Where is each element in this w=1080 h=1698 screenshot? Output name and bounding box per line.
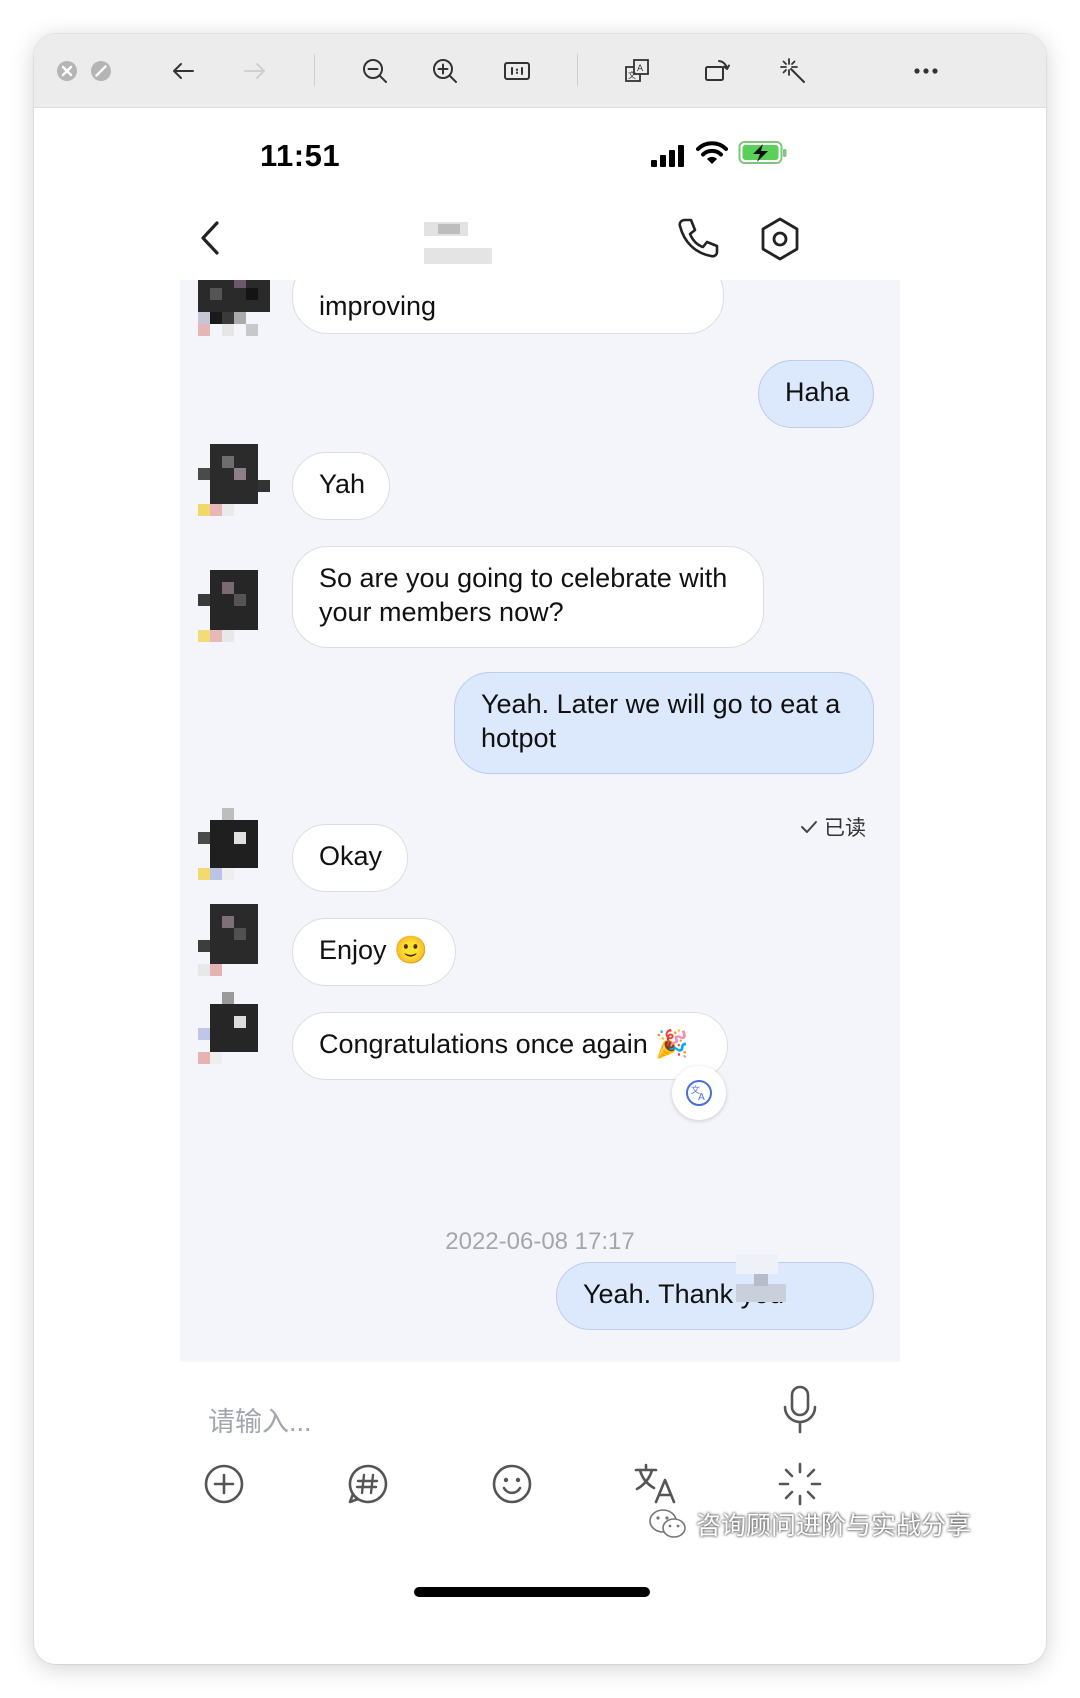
read-receipt-label: 已读: [824, 817, 866, 840]
wifi-icon: [696, 141, 728, 164]
actual-size-icon[interactable]: [500, 34, 534, 107]
minimize-icon[interactable]: [88, 34, 114, 107]
avatar[interactable]: [198, 280, 270, 348]
message-text: Okay: [319, 841, 383, 871]
phone-screen: 11:51 improving Haha Yah So are you goin…: [34, 108, 1046, 1664]
signal-icon: [651, 145, 684, 167]
home-indicator: [414, 1587, 650, 1597]
message-text: So are you going to celebrate with your …: [319, 563, 728, 627]
microphone-icon[interactable]: [780, 1384, 820, 1436]
message-bubble-outgoing[interactable]: Yeah. Thank you: [556, 1262, 874, 1330]
check-icon: [801, 821, 817, 833]
watermark-text: 咨询顾问进阶与实战分享: [696, 1512, 972, 1540]
message-text: improving: [319, 291, 437, 321]
translate-button[interactable]: 文 A: [672, 1066, 726, 1120]
svg-text:A: A: [637, 64, 644, 74]
add-icon[interactable]: [200, 1460, 248, 1508]
close-icon[interactable]: [54, 34, 80, 107]
svg-text:A: A: [698, 1092, 705, 1103]
rotate-icon[interactable]: [700, 34, 734, 107]
viewer-toolbar: A文: [34, 34, 1046, 108]
message-text: Yeah. Later we will go to eat a hotpot: [481, 689, 841, 753]
svg-text:文: 文: [628, 70, 636, 80]
zoom-in-icon[interactable]: [428, 34, 462, 107]
watermark: 咨询顾问进阶与实战分享: [648, 1506, 971, 1542]
message-text: Yah: [319, 469, 366, 499]
avatar[interactable]: [198, 992, 270, 1064]
message-bubble-outgoing[interactable]: Yeah. Later we will go to eat a hotpot: [454, 672, 874, 774]
message-text: Enjoy 🙂: [319, 935, 428, 965]
read-receipt: 已读: [800, 812, 866, 842]
arrow-back-icon[interactable]: [166, 34, 200, 107]
avatar[interactable]: [198, 444, 270, 516]
message-list[interactable]: improving Haha Yah So are you going to c…: [180, 280, 900, 1362]
message-bubble-incoming[interactable]: Enjoy 🙂: [292, 918, 456, 986]
viewer-window: A文 11:51 improving Haha Yah So are you g…: [34, 34, 1046, 1664]
more-icon[interactable]: [906, 34, 946, 107]
chevron-left-icon[interactable]: [198, 220, 222, 256]
message-input[interactable]: 请输入...: [208, 1400, 312, 1439]
message-bubble-incoming[interactable]: So are you going to celebrate with your …: [292, 546, 764, 648]
avatar[interactable]: [198, 904, 270, 976]
translate-text-icon[interactable]: [632, 1460, 680, 1508]
sparkle-icon[interactable]: [776, 1460, 824, 1508]
message-bubble-incoming[interactable]: Okay: [292, 824, 408, 892]
topic-hash-icon[interactable]: [344, 1460, 392, 1508]
message-text: Congratulations once again 🎉: [319, 1029, 689, 1059]
battery-icon: [738, 141, 787, 164]
translate-icon: 文 A: [686, 1080, 712, 1106]
arrow-forward-icon[interactable]: [238, 34, 272, 107]
message-bubble-outgoing[interactable]: Haha: [758, 360, 874, 428]
wechat-icon: [649, 1509, 686, 1538]
toolbar-divider: [577, 54, 578, 86]
message-bubble-incoming[interactable]: Yah: [292, 452, 390, 520]
message-text: Haha: [785, 377, 850, 407]
translate-image-icon[interactable]: A文: [620, 34, 654, 107]
message-bubble-incoming[interactable]: Congratulations once again 🎉: [292, 1012, 728, 1080]
zoom-out-icon[interactable]: [358, 34, 392, 107]
magic-wand-icon[interactable]: [776, 34, 810, 107]
phone-icon[interactable]: [676, 216, 720, 260]
emoji-icon[interactable]: [488, 1460, 536, 1508]
message-bubble-incoming[interactable]: improving: [292, 280, 724, 334]
hexagon-settings-icon[interactable]: [758, 216, 802, 262]
status-time: 11:51: [260, 138, 341, 173]
toolbar-divider: [314, 54, 315, 86]
avatar[interactable]: [198, 808, 270, 880]
chat-header: [34, 198, 1046, 278]
avatar[interactable]: [198, 570, 270, 642]
message-timestamp: 2022-06-08 17:17: [445, 1228, 635, 1255]
